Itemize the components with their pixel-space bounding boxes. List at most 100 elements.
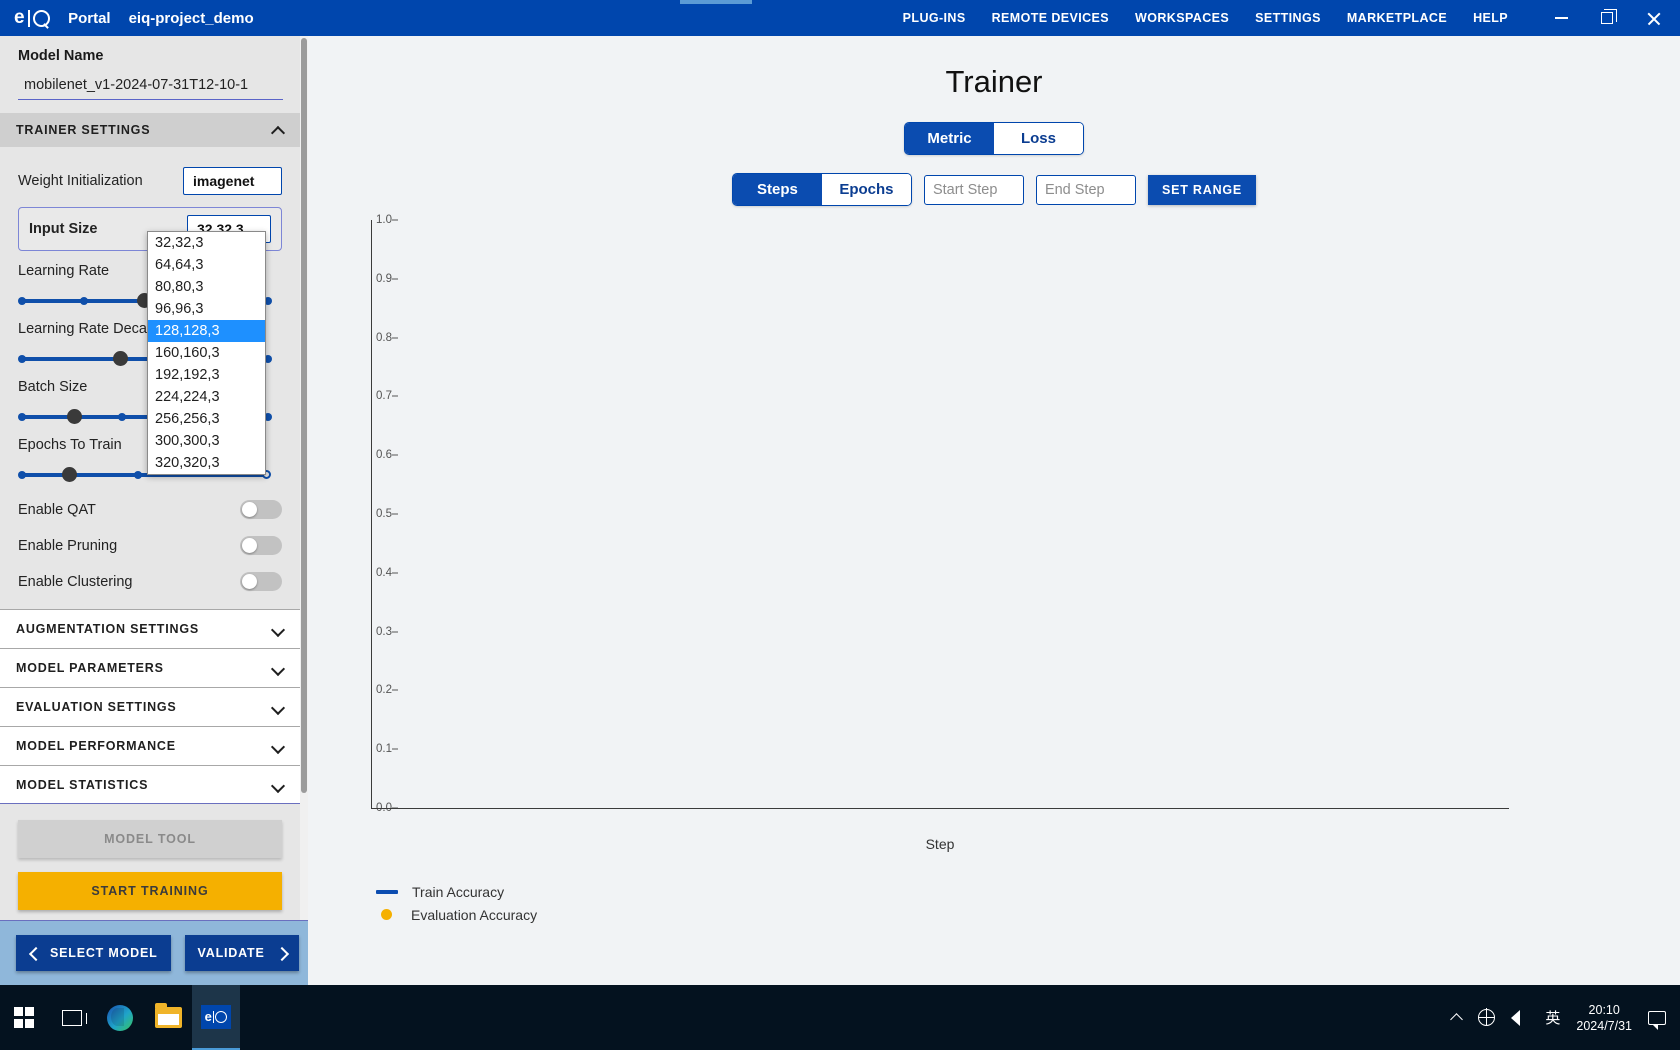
accordion-model-performance[interactable]: MODEL PERFORMANCE xyxy=(0,726,300,765)
slider-tick xyxy=(18,355,26,363)
input-size-dropdown-list[interactable]: 32,32,3 64,64,3 80,80,3 96,96,3 128,128,… xyxy=(147,231,266,475)
chevron-left-icon xyxy=(29,949,38,958)
dropdown-option[interactable]: 224,224,3 xyxy=(148,386,265,408)
dropdown-option[interactable]: 64,64,3 xyxy=(148,254,265,276)
tab-steps[interactable]: Steps xyxy=(732,174,822,205)
wizard-nav-bar: SELECT MODEL VALIDATE xyxy=(0,920,308,985)
toggle-knob xyxy=(242,502,257,517)
x-axis-line xyxy=(371,808,1509,810)
accordion-augmentation-settings[interactable]: AUGMENTATION SETTINGS xyxy=(0,609,300,648)
accordion-model-parameters[interactable]: MODEL PARAMETERS xyxy=(0,648,300,687)
slider-thumb[interactable] xyxy=(113,351,128,366)
dropdown-option[interactable]: 300,300,3 xyxy=(148,430,265,452)
sidebar-scrollbar-thumb[interactable] xyxy=(301,38,307,793)
y-axis-ticks: 1.0 0.9 0.8 0.7 0.6 0.5 0.4 0.3 0.2 0.1 xyxy=(336,214,398,814)
eiq-logo-icon: e xyxy=(14,7,51,29)
nav-item-remote-devices[interactable]: REMOTE DEVICES xyxy=(992,11,1109,25)
slider-tick xyxy=(18,471,26,479)
set-range-button[interactable]: SET RANGE xyxy=(1147,174,1257,205)
trainer-settings-header[interactable]: TRAINER SETTINGS xyxy=(0,113,300,147)
y-tick-mark xyxy=(392,219,398,221)
end-step-input[interactable] xyxy=(1035,174,1136,205)
close-button[interactable] xyxy=(1630,0,1676,36)
weight-init-label: Weight Initialization xyxy=(18,173,143,189)
enable-clustering-toggle[interactable] xyxy=(240,572,282,591)
eiq-app-button[interactable]: e xyxy=(192,985,240,1050)
start-button[interactable] xyxy=(0,985,48,1050)
restore-icon xyxy=(1601,9,1617,24)
dropdown-option[interactable]: 160,160,3 xyxy=(148,342,265,364)
weight-init-select[interactable]: imagenet xyxy=(183,167,282,195)
top-nav: PLUG-INS REMOTE DEVICES WORKSPACES SETTI… xyxy=(903,11,1508,25)
trainer-settings-label: TRAINER SETTINGS xyxy=(16,123,151,137)
enable-qat-label: Enable QAT xyxy=(18,501,96,518)
accordion-label: EVALUATION SETTINGS xyxy=(16,700,177,714)
clock[interactable]: 20:10 2024/7/31 xyxy=(1576,1002,1632,1034)
validate-button[interactable]: VALIDATE xyxy=(184,935,299,971)
eiq-icon: e xyxy=(201,1004,231,1029)
window-controls xyxy=(1538,0,1676,36)
nav-item-marketplace[interactable]: MARKETPLACE xyxy=(1347,11,1447,25)
tab-loss[interactable]: Loss xyxy=(994,123,1083,154)
clock-date: 2024/7/31 xyxy=(1576,1018,1632,1033)
slider-tick xyxy=(18,413,26,421)
y-tick-mark xyxy=(392,748,398,750)
sidebar-scrollbar[interactable] xyxy=(300,36,308,920)
accordion-model-statistics[interactable]: MODEL STATISTICS xyxy=(0,765,300,804)
tab-epochs[interactable]: Epochs xyxy=(821,174,911,205)
weight-init-row: Weight Initialization imagenet xyxy=(18,167,282,195)
windows-taskbar: e 英 20:10 2024/7/31 xyxy=(0,985,1680,1050)
slider-tick xyxy=(118,413,126,421)
chevron-down-icon xyxy=(272,701,284,713)
start-step-input[interactable] xyxy=(923,174,1024,205)
legend-line-swatch xyxy=(376,889,398,894)
clock-time: 20:10 xyxy=(1588,1002,1620,1017)
dropdown-option[interactable]: 80,80,3 xyxy=(148,276,265,298)
toggle-knob xyxy=(242,574,257,589)
start-training-button[interactable]: START TRAINING xyxy=(18,872,282,910)
project-name: eiq-project_demo xyxy=(128,9,254,27)
task-view-button[interactable] xyxy=(48,985,96,1050)
model-name-input[interactable] xyxy=(18,73,283,100)
dropdown-option[interactable]: 96,96,3 xyxy=(148,298,265,320)
slider-thumb[interactable] xyxy=(67,409,82,424)
tab-metric[interactable]: Metric xyxy=(905,123,994,154)
nav-item-settings[interactable]: SETTINGS xyxy=(1255,11,1321,25)
nav-item-help[interactable]: HELP xyxy=(1473,11,1508,25)
metric-loss-toggle-row: Metric Loss xyxy=(308,122,1680,155)
file-explorer-button[interactable] xyxy=(144,985,192,1050)
y-tick-label: 0.1 xyxy=(376,743,392,756)
enable-pruning-toggle[interactable] xyxy=(240,536,282,555)
network-icon[interactable] xyxy=(1477,1008,1496,1026)
active-tab-marker xyxy=(680,0,752,4)
chevron-up-icon[interactable] xyxy=(1451,1012,1462,1023)
dropdown-option[interactable]: 192,192,3 xyxy=(148,364,265,386)
accordion-label: MODEL PERFORMANCE xyxy=(16,739,176,753)
settings-sidebar: Model Name TRAINER SETTINGS Weight Initi… xyxy=(0,36,308,920)
select-model-button[interactable]: SELECT MODEL xyxy=(16,935,171,971)
notification-icon[interactable] xyxy=(1648,1010,1666,1030)
enable-qat-toggle[interactable] xyxy=(240,500,282,519)
ime-indicator[interactable]: 英 xyxy=(1545,1007,1560,1028)
title-bar: e Portal eiq-project_demo PLUG-INS REMOT… xyxy=(0,0,1680,36)
accordion-label: AUGMENTATION SETTINGS xyxy=(16,622,199,636)
nav-item-workspaces[interactable]: WORKSPACES xyxy=(1135,11,1229,25)
dropdown-option-highlighted[interactable]: 128,128,3 xyxy=(148,320,265,342)
sidebar-scroll-content: Model Name TRAINER SETTINGS Weight Initi… xyxy=(0,36,300,920)
volume-icon[interactable] xyxy=(1511,1009,1529,1026)
accordion-evaluation-settings[interactable]: EVALUATION SETTINGS xyxy=(0,687,300,726)
dropdown-option[interactable]: 32,32,3 xyxy=(148,232,265,254)
nav-item-plugins[interactable]: PLUG-INS xyxy=(903,11,966,25)
dropdown-option[interactable]: 320,320,3 xyxy=(148,452,265,474)
weight-init-select-wrap: imagenet xyxy=(183,167,282,195)
y-tick-mark xyxy=(392,689,398,691)
dropdown-option[interactable]: 256,256,3 xyxy=(148,408,265,430)
restore-button[interactable] xyxy=(1584,0,1630,36)
slider-thumb[interactable] xyxy=(62,467,77,482)
legend-label: Evaluation Accuracy xyxy=(411,906,538,923)
y-tick-mark xyxy=(392,278,398,280)
minimize-button[interactable] xyxy=(1538,0,1584,36)
accordion-list: AUGMENTATION SETTINGS MODEL PARAMETERS E… xyxy=(0,609,300,804)
edge-button[interactable] xyxy=(96,985,144,1050)
y-tick-mark xyxy=(392,513,398,515)
